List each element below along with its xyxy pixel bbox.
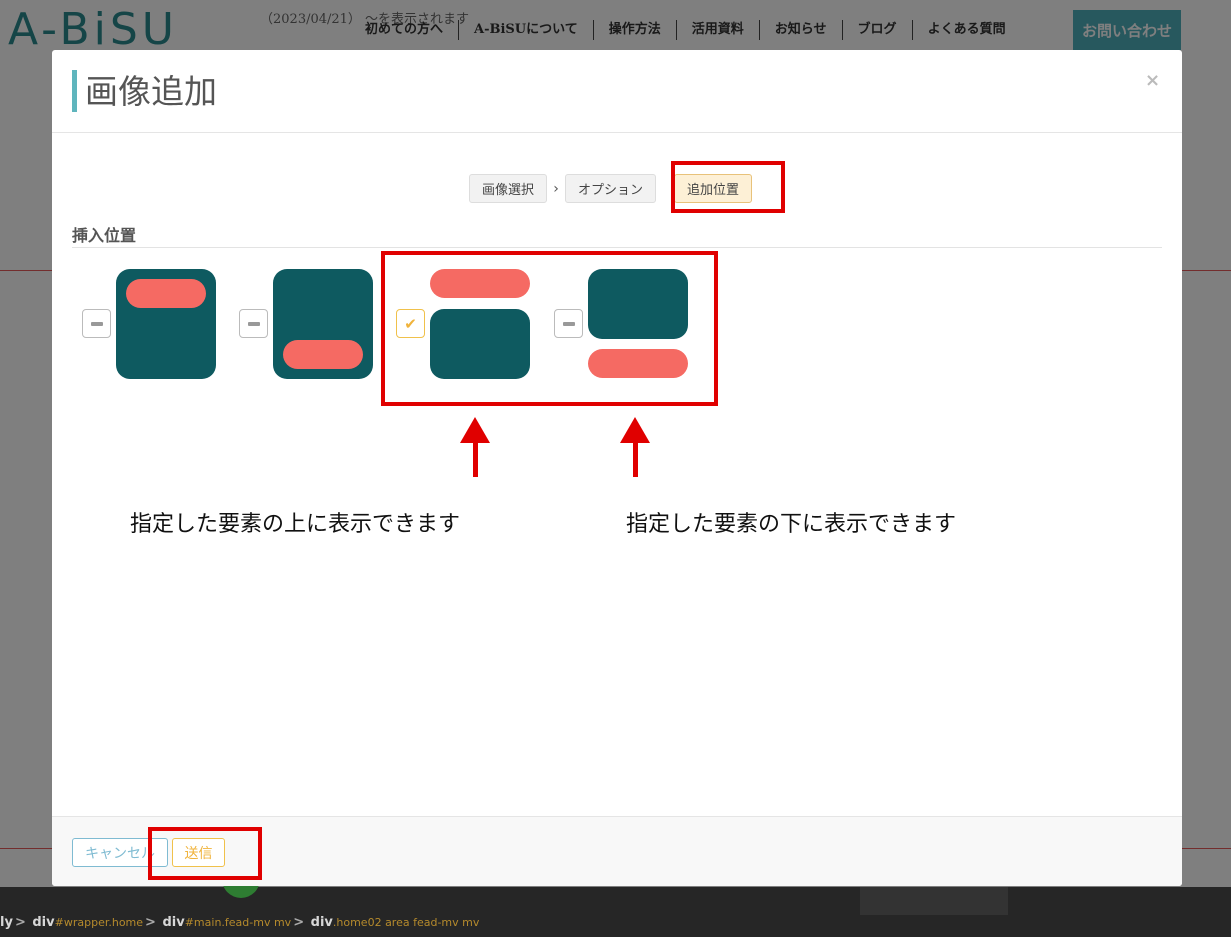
annotation-arrow-shaft <box>633 440 638 477</box>
annotation-arrow-shaft <box>473 440 478 477</box>
annotation-text-below: 指定した要素の下に表示できます <box>626 512 957 537</box>
annotation-highlight-submit <box>148 827 262 880</box>
title-accent-bar <box>72 70 77 112</box>
annotation-highlight-step <box>671 161 785 213</box>
minus-icon <box>90 321 103 326</box>
annotation-text-above: 指定した要素の上に表示できます <box>130 512 461 537</box>
section-title-insert-position: 挿入位置 <box>72 226 137 245</box>
dom-crumb[interactable]: div <box>32 915 54 930</box>
modal-title: 画像追加 <box>85 72 217 111</box>
step-options[interactable]: オプション <box>565 174 657 203</box>
close-icon[interactable]: × <box>1145 70 1160 91</box>
section-divider <box>72 247 1162 248</box>
position-preview-overlay-top[interactable] <box>116 269 216 379</box>
minus-icon <box>247 321 260 326</box>
chevron-right-icon: › <box>553 180 559 197</box>
image-add-modal: 画像追加 × 画像選択 › オプション 追加位置 挿入位置 ✔ キャンセル 送信 <box>52 50 1182 886</box>
position-preview-overlay-bottom[interactable] <box>273 269 373 379</box>
dom-crumb[interactable]: ly <box>0 915 13 930</box>
dom-crumb[interactable]: div <box>162 915 184 930</box>
position-option-overlay-bottom-checkbox[interactable] <box>239 309 268 338</box>
position-option-overlay-top-checkbox[interactable] <box>82 309 111 338</box>
dom-crumb[interactable]: div <box>311 915 333 930</box>
image-placeholder <box>283 340 363 369</box>
image-placeholder <box>126 279 206 308</box>
modal-header: 画像追加 × <box>52 50 1182 133</box>
devtools-panel <box>860 887 1008 915</box>
step-image-select[interactable]: 画像選択 <box>469 174 548 203</box>
dom-breadcrumb: ly > div#wrapper.home > div#main.fead-mv m… <box>0 915 480 930</box>
annotation-highlight-options <box>381 251 718 406</box>
